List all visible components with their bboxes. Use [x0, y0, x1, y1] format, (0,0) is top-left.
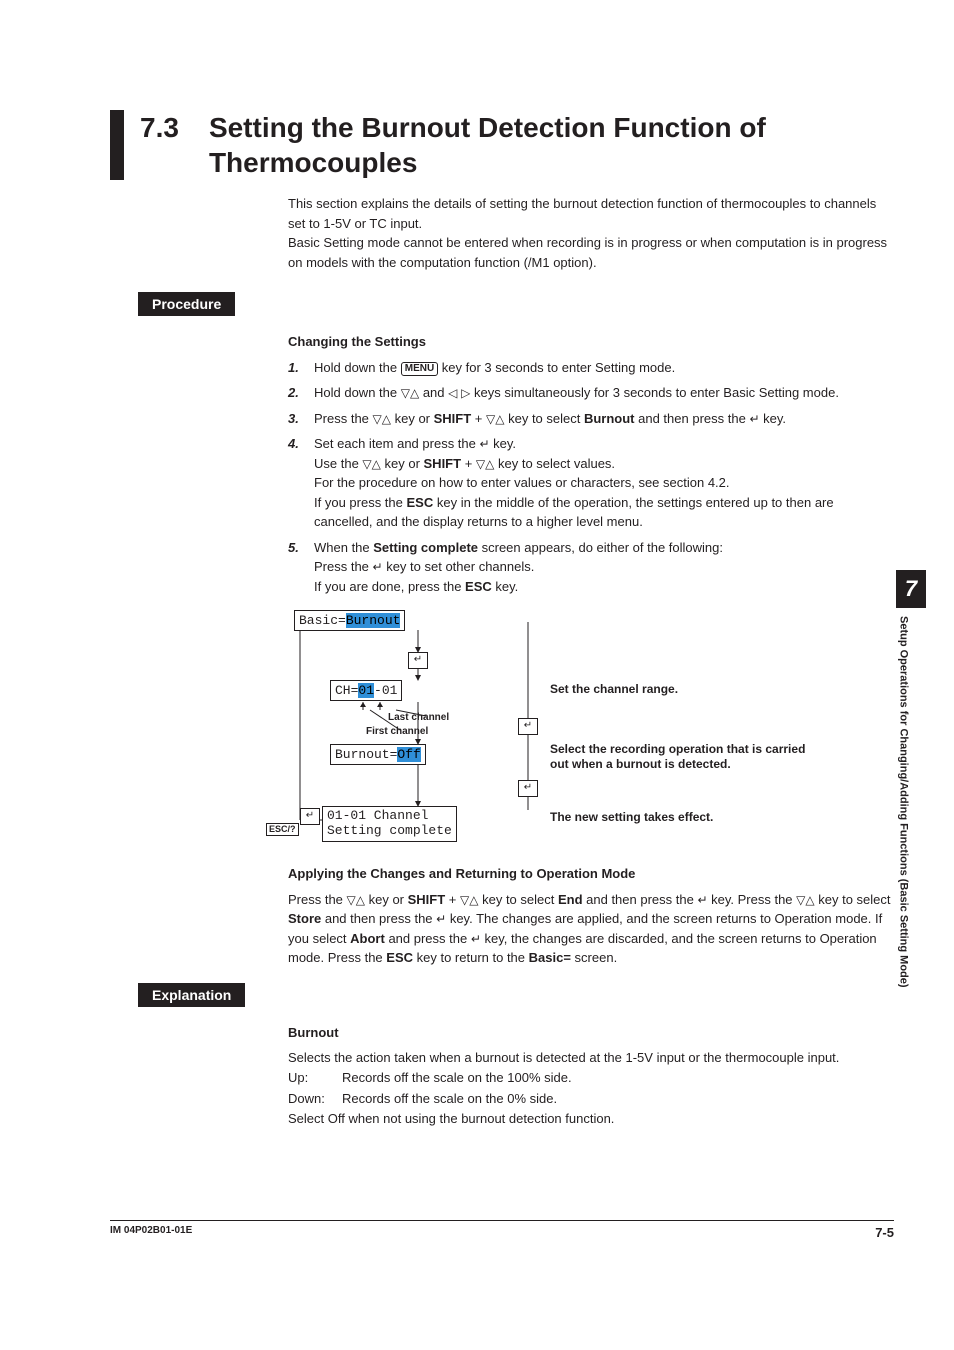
- enter-icon: ↵: [436, 912, 446, 926]
- diagram-annotation-2: Select the recording operation that is c…: [550, 742, 810, 772]
- chapter-tab: 7 Setup Operations for Changing/Adding F…: [896, 570, 926, 1096]
- enter-icon: ↵: [471, 932, 481, 946]
- section-number: 7.3: [140, 110, 179, 180]
- diagram-node-ch: CH=01-01: [330, 680, 402, 701]
- step-number: 5.: [288, 538, 314, 597]
- diagram-node-complete: 01-01 Channel Setting complete: [322, 806, 457, 842]
- step-number: 1.: [288, 358, 314, 378]
- down-label: Down:: [288, 1089, 342, 1109]
- explanation-label: Explanation: [138, 983, 245, 1007]
- burnout-off-note: Select Off when not using the burnout de…: [288, 1109, 894, 1129]
- chapter-title: Setup Operations for Changing/Adding Fun…: [896, 608, 910, 1096]
- enter-key-icon: ↵: [300, 808, 320, 825]
- enter-key-icon: ↵: [408, 652, 428, 669]
- step-body: Set each item and press the ↵ key. Use t…: [314, 434, 894, 532]
- step-body: Press the ▽△ key or SHIFT + ▽△ key to se…: [314, 409, 894, 429]
- step-body: When the Setting complete screen appears…: [314, 538, 894, 597]
- footer-page: 7-5: [875, 1225, 894, 1240]
- burnout-options: Up: Records off the scale on the 100% si…: [288, 1068, 894, 1109]
- updown-icon: ▽△: [796, 893, 814, 907]
- updown-icon: ▽△: [373, 412, 391, 426]
- intro-line-1: This section explains the details of set…: [288, 194, 894, 233]
- step-body: Hold down the MENU key for 3 seconds to …: [314, 358, 894, 378]
- step-number: 2.: [288, 383, 314, 403]
- flow-diagram: Basic=Burnout ↵ CH=01-01 Last channel Fi…: [288, 610, 894, 840]
- updown-icon: ▽△: [362, 457, 380, 471]
- burnout-heading: Burnout: [288, 1023, 894, 1043]
- enter-icon: ↵: [749, 412, 759, 426]
- page-footer: IM 04P02B01-01E 7-5: [110, 1220, 894, 1240]
- updown-icon: ▽△: [476, 457, 494, 471]
- chapter-number: 7: [896, 570, 926, 608]
- enter-key-icon: ↵: [518, 718, 538, 735]
- up-text: Records off the scale on the 100% side.: [342, 1068, 894, 1088]
- intro-text: This section explains the details of set…: [288, 194, 894, 272]
- step-number: 4.: [288, 434, 314, 532]
- menu-key-icon: MENU: [401, 362, 438, 376]
- title-bar-decoration: [110, 110, 124, 180]
- updown-icon: ▽△: [486, 412, 504, 426]
- updown-icon: ▽△: [347, 893, 365, 907]
- down-text: Records off the scale on the 0% side.: [342, 1089, 894, 1109]
- updown-icon: ▽△: [460, 893, 478, 907]
- step-number: 3.: [288, 409, 314, 429]
- changing-settings-heading: Changing the Settings: [288, 332, 894, 352]
- leftright-icon: ◁ ▷: [448, 386, 470, 400]
- enter-key-icon: ↵: [518, 780, 538, 797]
- enter-icon: ↵: [373, 560, 383, 574]
- intro-line-2: Basic Setting mode cannot be entered whe…: [288, 233, 894, 272]
- diagram-node-burnout: Burnout=Off: [330, 744, 426, 765]
- esc-key-icon: ESC/?: [266, 823, 299, 836]
- diagram-node-basic: Basic=Burnout: [294, 610, 405, 631]
- enter-icon: ↵: [697, 893, 707, 907]
- footer-docid: IM 04P02B01-01E: [110, 1225, 192, 1240]
- applying-heading: Applying the Changes and Returning to Op…: [288, 864, 894, 884]
- procedure-label: Procedure: [138, 292, 235, 316]
- applying-text: Press the ▽△ key or SHIFT + ▽△ key to se…: [288, 890, 894, 968]
- last-channel-label: Last channel: [388, 712, 449, 723]
- diagram-annotation-1: Set the channel range.: [550, 682, 678, 697]
- burnout-desc: Selects the action taken when a burnout …: [288, 1048, 894, 1068]
- enter-icon: ↵: [479, 437, 489, 451]
- diagram-annotation-3: The new setting takes effect.: [550, 810, 713, 825]
- steps-list: 1. Hold down the MENU key for 3 seconds …: [288, 358, 894, 597]
- first-channel-label: First channel: [366, 726, 428, 737]
- section-title: 7.3 Setting the Burnout Detection Functi…: [110, 110, 894, 180]
- updown-icon: ▽△: [401, 386, 419, 400]
- up-label: Up:: [288, 1068, 342, 1088]
- step-body: Hold down the ▽△ and ◁ ▷ keys simultaneo…: [314, 383, 894, 403]
- section-title-text: Setting the Burnout Detection Function o…: [209, 110, 894, 180]
